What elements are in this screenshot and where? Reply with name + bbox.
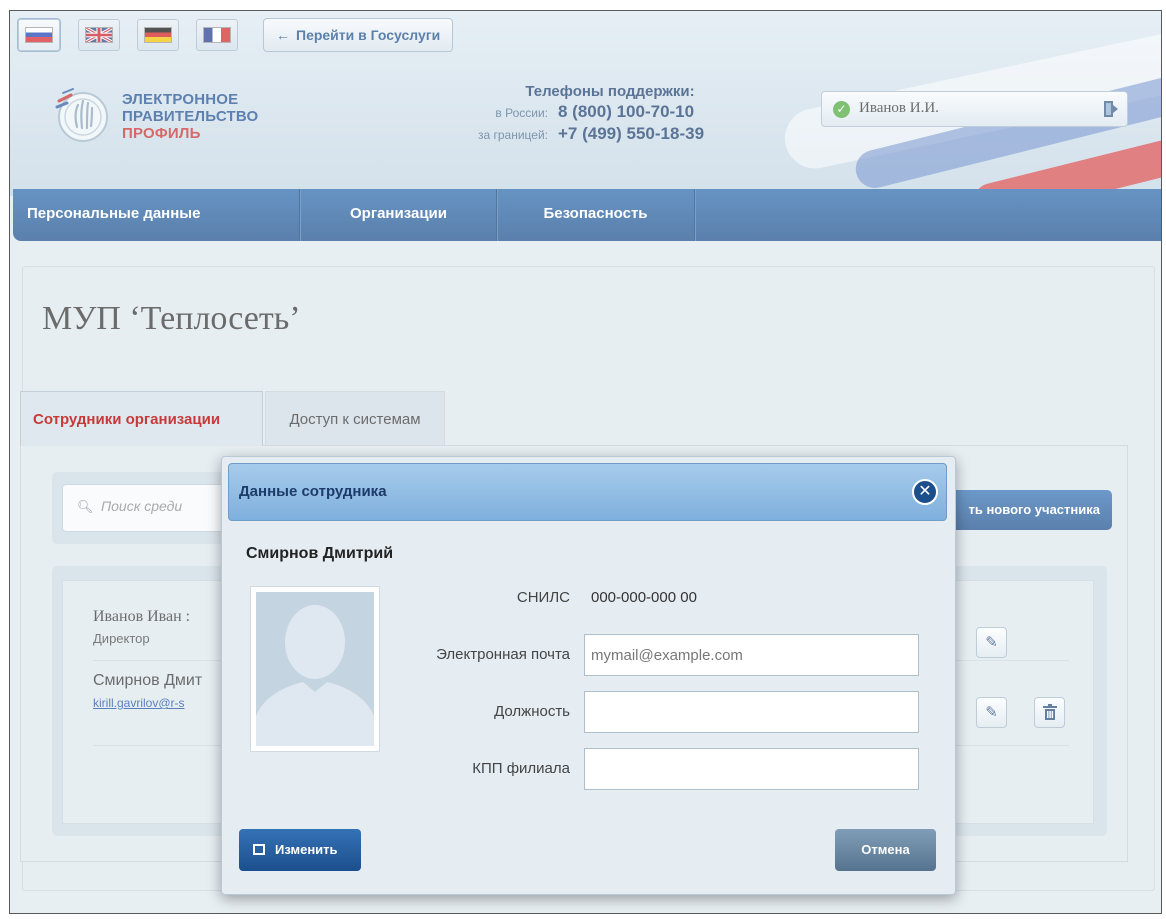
save-icon xyxy=(253,844,265,855)
snils-label: СНИЛС xyxy=(516,589,570,606)
position-field[interactable] xyxy=(584,691,919,733)
cancel-button[interactable]: Отмена xyxy=(835,829,936,871)
position-label: Должность xyxy=(494,703,570,720)
close-icon[interactable]: ✕ xyxy=(912,479,938,505)
tab-organization-staff[interactable]: Сотрудники организации xyxy=(20,391,263,446)
employee-name: Смирнов Дмитрий xyxy=(246,545,394,562)
dialog-title: Данные сотрудника xyxy=(239,483,387,500)
kpp-label: КПП филиала xyxy=(472,760,570,777)
kpp-field[interactable] xyxy=(584,748,919,790)
avatar xyxy=(250,586,380,752)
email-label: Электронная почта xyxy=(436,646,570,663)
dialog-header: Данные сотрудника ✕ xyxy=(228,463,947,521)
person-silhouette-icon xyxy=(256,592,374,746)
snils-value: 000-000-000 00 xyxy=(591,589,697,606)
email-field[interactable] xyxy=(584,634,919,676)
edit-save-button[interactable]: Изменить xyxy=(239,829,361,871)
employee-data-dialog: Данные сотрудника ✕ Смирнов Дмитрий СНИЛ… xyxy=(221,456,956,895)
